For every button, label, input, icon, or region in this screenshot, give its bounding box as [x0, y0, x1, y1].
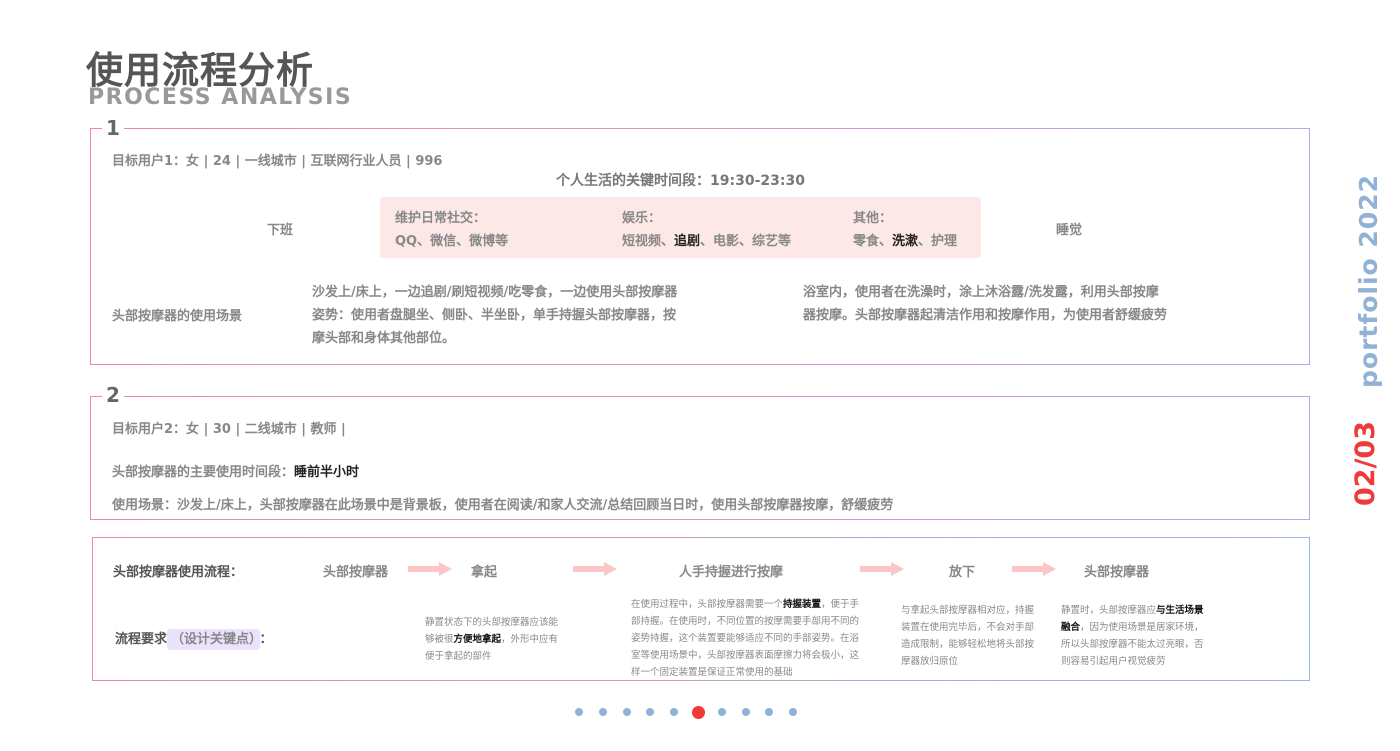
pagination-dot[interactable]	[575, 708, 583, 716]
text: 静置时，头部按摩器应	[1061, 605, 1157, 616]
flow-step: 放下	[949, 565, 976, 580]
requirement-pickup: 静置状态下的头部按摩器应该能够被很方便地拿起，外形中应有便于拿起的部件	[425, 614, 567, 665]
arrow-icon	[1012, 562, 1056, 576]
scene-label: 头部按摩器的使用场景	[112, 309, 243, 324]
pagination-dot[interactable]	[717, 708, 726, 716]
flow-step: 人手持握进行按摩	[679, 565, 784, 580]
key-time-label: 个人生活的关键时间段：19:30-23:30	[556, 173, 805, 189]
pagination-dot[interactable]	[765, 708, 774, 716]
scene-1-line: 摩头部和身体其他部位。	[312, 331, 456, 346]
text: 零食、	[853, 234, 893, 249]
pagination-dot[interactable]	[741, 708, 750, 716]
highlight: 追剧	[674, 234, 701, 249]
pagination-dot[interactable]	[622, 708, 631, 716]
colon: ：	[259, 632, 273, 647]
arrow-icon	[573, 562, 617, 576]
sleep-label: 睡觉	[1056, 223, 1083, 238]
other-title: 其他：	[853, 211, 893, 226]
usage-scene: 使用场景：沙发上/床上，头部按摩器在此场景中是背景板，使用者在阅读/和家人交流/…	[112, 498, 894, 513]
pagination-dot[interactable]	[646, 708, 655, 716]
design-key-tag: （设计关键点）	[167, 629, 260, 650]
section-1-number: 1	[102, 118, 124, 138]
social-title: 维护日常社交：	[395, 211, 487, 226]
scene-2-line: 浴室内，使用者在洗澡时，涂上沐浴露/洗发露，利用头部按摩	[803, 285, 1159, 300]
requirement-blend: 静置时，头部按摩器应与生活场景融合，因为使用场景是居家环境，所以头部按摩器不能太…	[1061, 602, 1209, 670]
requirement-putdown: 与拿起头部按摩器相对应，持握装置在使用完毕后，不会对手部造成限制，能够轻松地将头…	[901, 605, 1035, 667]
page-subtitle: PROCESS ANALYSIS	[88, 85, 353, 110]
text: 、护理	[918, 234, 958, 249]
user-1-profile: 目标用户1：女 | 24 | 一线城市 | 互联网行业人员 | 996	[112, 154, 443, 169]
label: 头部按摩器的主要使用时间段：	[112, 465, 295, 480]
other-items: 零食、洗漱、护理	[853, 230, 957, 249]
pagination-dot[interactable]	[789, 708, 798, 716]
arrow-icon	[408, 562, 452, 576]
scene-1-line: 姿势：使用者盘腿坐、侧卧、半坐卧，单手持握头部按摩器，按	[312, 308, 677, 323]
text: 、电影、综艺等	[700, 234, 792, 249]
highlight: 方便地拿起	[453, 634, 502, 645]
pagination-dot[interactable]	[598, 708, 607, 716]
flow-step: 头部按摩器	[1084, 565, 1150, 580]
flow-label: 头部按摩器使用流程：	[113, 565, 244, 580]
entertainment-title: 娱乐：	[622, 211, 662, 226]
text: ，因为使用场景是居家环境，所以头部按摩器不能太过亮眼，否则容易引起用户视觉疲劳	[1061, 622, 1204, 667]
value: 睡前半小时	[294, 465, 360, 480]
entertainment-items: 短视频、追剧、电影、综艺等	[622, 230, 791, 249]
requirement-grip: 在使用过程中，头部按摩器需要一个持握装置，便于手部持握。在使用时，不同位置的按摩…	[631, 596, 863, 681]
section-2-number: 2	[102, 385, 124, 405]
page-indicator: 02/03	[1350, 420, 1381, 506]
arrow-icon	[860, 562, 904, 576]
flow-step: 拿起	[471, 565, 498, 580]
scene-1-line: 沙发上/床上，一边追剧/刷短视频/吃零食，一边使用头部按摩器	[312, 285, 678, 300]
social-items: QQ、微信、微博等	[395, 234, 509, 249]
highlight: 持握装置	[783, 599, 822, 610]
off-work-label: 下班	[267, 223, 294, 238]
requirements-label: 流程要求 （设计关键点）：	[115, 628, 273, 650]
scene-2-line: 器按摩。头部按摩器起清洁作用和按摩作用，为使用者舒缓疲劳	[803, 308, 1168, 323]
pagination-dot[interactable]	[670, 708, 679, 716]
portfolio-label: portfolio 2022	[1354, 174, 1383, 388]
flow-step: 头部按摩器	[323, 565, 389, 580]
text: 在使用过程中，头部按摩器需要一个	[631, 599, 784, 610]
label: 流程要求	[115, 632, 168, 647]
text: ，便于手部持握。在使用时，不同位置的按摩需要手部用不同的姿势持握，这个装置要能够…	[631, 599, 860, 678]
highlight: 洗漱	[892, 234, 919, 249]
text: 短视频、	[622, 234, 675, 249]
pagination-dot-active[interactable]	[691, 706, 705, 719]
user-2-profile: 目标用户2：女 | 30 | 二线城市 | 教师 |	[112, 422, 346, 437]
usage-time: 头部按摩器的主要使用时间段：睡前半小时	[112, 461, 359, 480]
